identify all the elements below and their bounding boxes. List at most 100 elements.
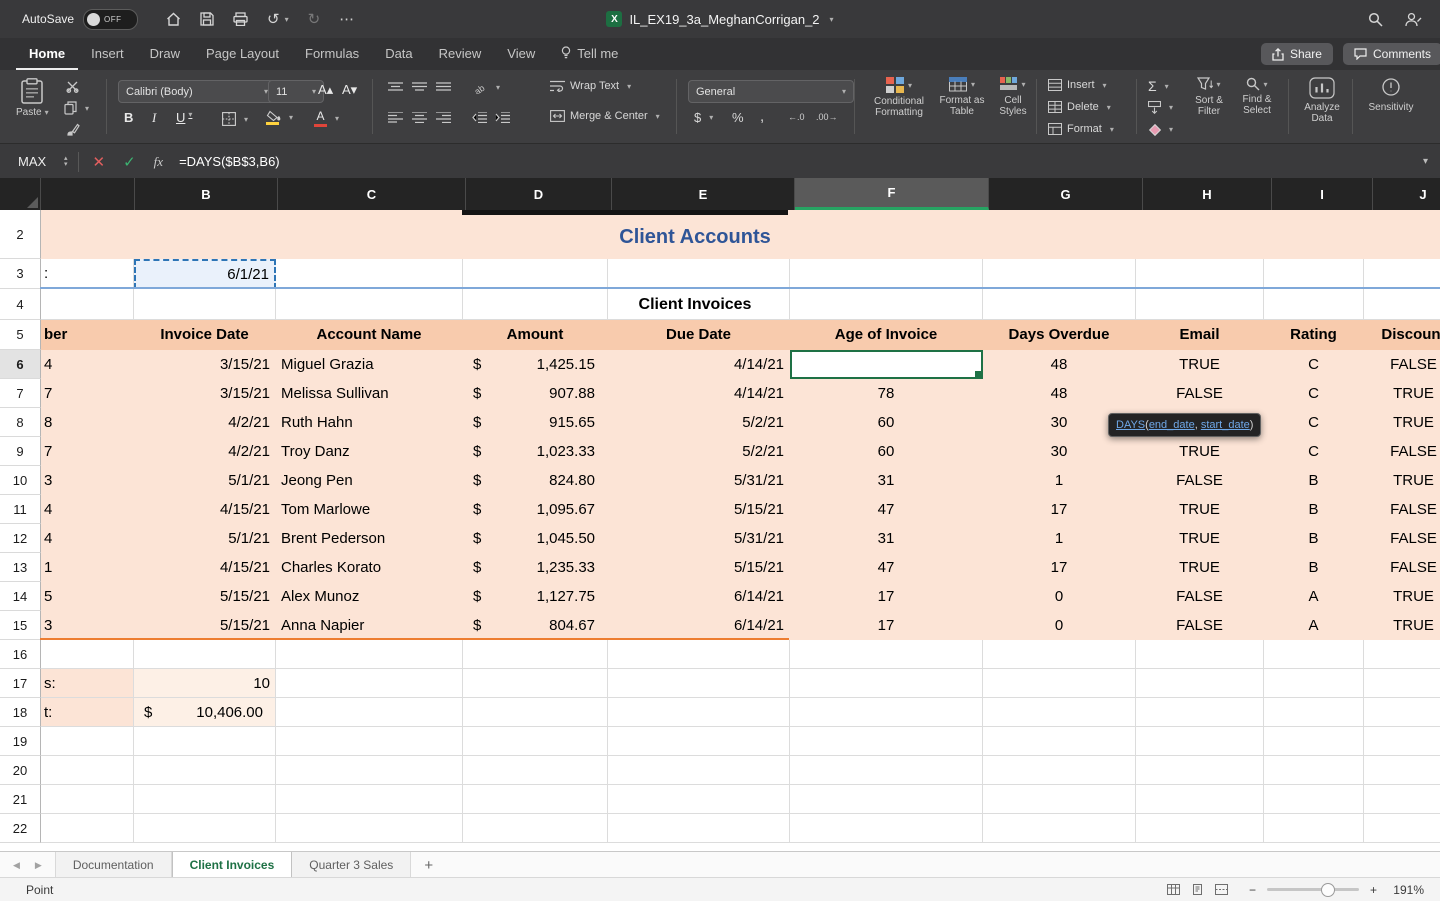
rowheader-20[interactable]: 20 <box>0 756 41 785</box>
cell[interactable]: $907.88 <box>463 379 608 408</box>
cell[interactable] <box>983 289 1136 320</box>
cell[interactable] <box>790 698 983 727</box>
cell[interactable] <box>1264 289 1364 320</box>
cut-button[interactable] <box>66 80 79 93</box>
normal-view-icon[interactable] <box>1167 884 1180 895</box>
rowheader-2[interactable]: 2 <box>0 210 41 259</box>
cell[interactable] <box>608 669 790 698</box>
cell[interactable] <box>983 698 1136 727</box>
tab-view[interactable]: View <box>494 38 548 70</box>
decrease-decimal-button[interactable]: ←.0 <box>788 112 805 122</box>
cell[interactable]: Miguel Grazia <box>276 350 463 379</box>
name-box[interactable]: MAX <box>0 154 64 169</box>
rowheader-10[interactable]: 10 <box>0 466 41 495</box>
cell[interactable]: 5/2/21 <box>608 408 790 437</box>
cell[interactable] <box>41 785 134 814</box>
cell[interactable]: 0 <box>983 611 1136 640</box>
cell[interactable] <box>463 698 608 727</box>
cell[interactable] <box>41 756 134 785</box>
cell[interactable] <box>1364 727 1440 756</box>
zoom-in-button[interactable]: + <box>1370 883 1377 897</box>
cell[interactable]: 4/2/21 <box>134 408 276 437</box>
cell[interactable] <box>463 289 608 320</box>
cell[interactable]: 5/1/21 <box>134 524 276 553</box>
cell[interactable]: $1,235.33 <box>463 553 608 582</box>
cell[interactable]: A <box>1264 611 1364 640</box>
format-cells-button[interactable]: Format▾ <box>1048 123 1114 135</box>
cell[interactable]: 78 <box>790 379 983 408</box>
colheader-D[interactable]: D <box>466 178 612 210</box>
header-discount[interactable]: Discount <box>1364 320 1440 350</box>
cell[interactable]: $1,023.33 <box>463 437 608 466</box>
sort-filter-button[interactable]: ▾ Sort & Filter <box>1188 77 1230 117</box>
cell[interactable] <box>608 259 790 289</box>
cell[interactable]: 8 <box>41 408 134 437</box>
cell[interactable] <box>1136 289 1264 320</box>
cell[interactable]: TRUE <box>1364 582 1440 611</box>
cell[interactable]: 3/15/21 <box>134 379 276 408</box>
header-days-overdue[interactable]: Days Overdue <box>983 320 1136 350</box>
document-title-area[interactable]: X IL_EX19_3a_MeghanCorrigan_2 ▾ <box>0 0 1440 38</box>
colheader-E[interactable]: E <box>612 178 795 210</box>
fill-color-button[interactable]: ▾ <box>266 110 293 125</box>
cell[interactable]: Tom Marlowe <box>276 495 463 524</box>
cell[interactable]: 5/15/21 <box>134 582 276 611</box>
cell[interactable] <box>1364 640 1440 669</box>
rowheader-6[interactable]: 6 <box>0 350 41 379</box>
font-size-select[interactable]: 11▾ <box>268 80 324 103</box>
cell[interactable]: 5/15/21 <box>608 495 790 524</box>
cell[interactable]: 4 <box>41 524 134 553</box>
header-amount[interactable]: Amount <box>463 320 608 350</box>
cell[interactable]: 6/14/21 <box>608 611 790 640</box>
cell[interactable] <box>463 669 608 698</box>
cell[interactable] <box>134 289 276 320</box>
increase-font-size-button[interactable]: A▴ <box>318 82 333 98</box>
cell[interactable] <box>134 727 276 756</box>
total-invoices-label-fragment[interactable]: s: <box>41 669 134 698</box>
cell[interactable] <box>1136 669 1264 698</box>
cell[interactable] <box>1364 814 1440 843</box>
select-all-corner[interactable] <box>0 178 41 210</box>
enter-formula-button[interactable]: ✓ <box>123 153 136 171</box>
cell[interactable] <box>1264 814 1364 843</box>
cell[interactable]: $1,095.67 <box>463 495 608 524</box>
font-color-button[interactable]: A▾ <box>314 109 339 127</box>
cell[interactable]: 0 <box>983 582 1136 611</box>
cell[interactable] <box>276 289 463 320</box>
cell[interactable]: FALSE <box>1364 350 1440 379</box>
cell[interactable] <box>790 785 983 814</box>
cell[interactable] <box>41 640 134 669</box>
cell[interactable]: Charles Korato <box>276 553 463 582</box>
sheet-tab-client-invoices[interactable]: Client Invoices <box>172 852 293 878</box>
header-account-name[interactable]: Account Name <box>276 320 463 350</box>
tooltip-function-link[interactable]: DAYS <box>1116 419 1145 431</box>
tooltip-arg2-link[interactable]: start_date <box>1201 419 1250 431</box>
cell[interactable]: 60 <box>790 408 983 437</box>
cell[interactable] <box>983 756 1136 785</box>
reference-cell-B3[interactable]: 6/1/21 <box>134 259 276 289</box>
cell[interactable] <box>276 814 463 843</box>
page-break-view-icon[interactable] <box>1215 884 1228 895</box>
cell[interactable]: TRUE <box>1136 553 1264 582</box>
cell[interactable] <box>608 289 790 320</box>
cell[interactable] <box>608 640 790 669</box>
cell[interactable] <box>983 785 1136 814</box>
rowheader-11[interactable]: 11 <box>0 495 41 524</box>
header-email[interactable]: Email <box>1136 320 1264 350</box>
currency-format-button[interactable]: $▾ <box>694 110 713 125</box>
cell[interactable] <box>41 814 134 843</box>
delete-cells-button[interactable]: Delete▾ <box>1048 101 1111 113</box>
format-painter-icon[interactable] <box>66 123 80 136</box>
cell[interactable] <box>1136 756 1264 785</box>
total-invoices-value[interactable]: 10 <box>134 669 276 698</box>
cell[interactable] <box>790 727 983 756</box>
cell[interactable]: TRUE <box>1364 466 1440 495</box>
cell[interactable] <box>1136 698 1264 727</box>
cell[interactable]: $824.80 <box>463 466 608 495</box>
cell[interactable] <box>1136 259 1264 289</box>
cell[interactable] <box>463 785 608 814</box>
cell[interactable] <box>463 756 608 785</box>
rowheader-8[interactable]: 8 <box>0 408 41 437</box>
cell[interactable]: TRUE <box>1136 437 1264 466</box>
cell[interactable]: FALSE <box>1136 611 1264 640</box>
